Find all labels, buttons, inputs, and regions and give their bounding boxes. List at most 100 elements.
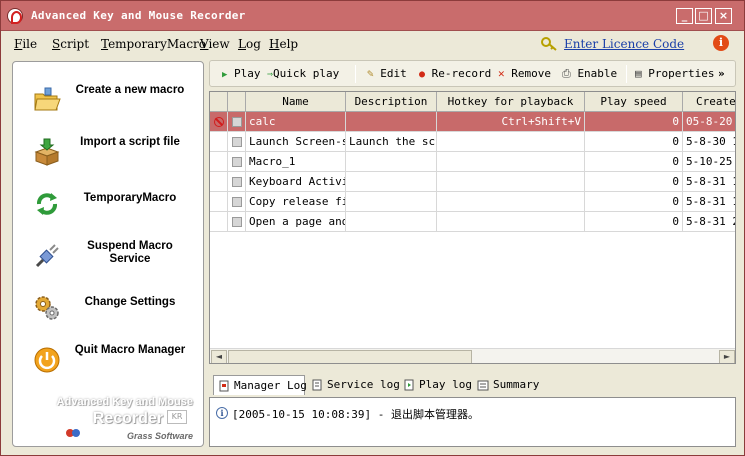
table-row[interactable]: Open a page and 0 5-8-31 2 <box>210 212 735 232</box>
power-icon <box>34 347 60 373</box>
macro-grid[interactable]: Name Description Hotkey for playback Pla… <box>209 91 736 364</box>
enter-licence-link[interactable]: Enter Licence Code <box>564 37 684 51</box>
play-label: Play <box>234 67 261 80</box>
brand-line-2: Recorder <box>92 410 163 427</box>
quick-play-label: Quick play <box>273 67 340 80</box>
macro-icon-cell <box>228 152 246 172</box>
macro-icon-cell <box>228 112 246 132</box>
macro-icon-cell <box>228 172 246 192</box>
table-row[interactable]: Keyboard Activit 0 5-8-31 1 <box>210 172 735 192</box>
cell-description: Launch the scr <box>346 132 437 152</box>
play-icon: ▶ <box>222 70 228 80</box>
header-icon[interactable] <box>228 92 246 112</box>
tab-summary[interactable]: Summary <box>473 375 539 395</box>
task-import-script[interactable]: Import a script file <box>13 128 203 180</box>
task-label-quit-manager: Quit Macro Manager <box>74 344 186 356</box>
tab-manager-log[interactable]: Manager Log <box>213 375 307 395</box>
task-temporary-macro[interactable]: TemporaryMacro <box>13 180 203 232</box>
menu-temporarymacro[interactable]: TemporaryMacro <box>101 37 206 51</box>
cell-description <box>346 152 437 172</box>
maximize-button[interactable]: □ <box>695 8 712 24</box>
title-bar[interactable]: Advanced Key and Mouse Recorder _ □ × <box>1 1 744 31</box>
brand-area: Advanced Key and Mouse Recorder KR Grass… <box>15 394 201 446</box>
disabled-icon <box>214 117 224 127</box>
task-quit-manager[interactable]: Quit Macro Manager <box>13 336 203 388</box>
log-info-icon: i <box>216 407 228 419</box>
plug-icon <box>35 244 59 268</box>
header-hotkey[interactable]: Hotkey for playback <box>437 92 585 112</box>
info-icon[interactable]: i <box>713 35 729 51</box>
header-created[interactable]: Create <box>683 92 735 112</box>
macro-script-icon <box>232 217 242 227</box>
macro-script-icon <box>232 197 242 207</box>
cell-name: Copy release fil <box>246 192 346 212</box>
task-create-macro[interactable]: Create a new macro <box>13 76 203 128</box>
tab-label: Play log <box>419 378 472 391</box>
task-label-import-script: Import a script file <box>80 136 180 148</box>
scroll-right-button[interactable]: ► <box>719 350 735 363</box>
header-status[interactable] <box>210 92 228 112</box>
menu-help[interactable]: Help <box>269 37 298 51</box>
menu-view[interactable]: View <box>200 37 230 51</box>
menu-script[interactable]: Script <box>52 37 89 51</box>
tab-label: Service log <box>327 378 400 391</box>
minimize-button[interactable]: _ <box>676 8 693 24</box>
menu-log[interactable]: Log <box>238 37 261 51</box>
remove-button[interactable]: ✕ Remove <box>498 67 551 80</box>
status-cell <box>210 172 228 192</box>
log-page-icon <box>404 379 414 391</box>
remove-x-icon: ✕ <box>498 67 505 80</box>
cell-name: calc <box>246 112 346 132</box>
toolbar: ▶ Play ⇒Quick play ✎ Edit ● Re-record ✕ … <box>209 60 736 87</box>
table-row[interactable]: Launch Screen-sa Launch the scr 0 5-8-30 1 <box>210 132 735 152</box>
task-change-settings[interactable]: Change Settings <box>13 284 203 336</box>
edit-button[interactable]: ✎ Edit <box>367 67 407 80</box>
scroll-left-button[interactable]: ◄ <box>211 350 227 363</box>
cell-description <box>346 112 437 132</box>
brand-line-3: Grass Software <box>126 431 193 441</box>
table-row[interactable]: Macro_1 0 5-10-25 <box>210 152 735 172</box>
header-name[interactable]: Name <box>246 92 346 112</box>
grid-header: Name Description Hotkey for playback Pla… <box>210 92 735 112</box>
status-cell <box>210 132 228 152</box>
tab-play-log[interactable]: Play log <box>399 375 472 395</box>
table-row[interactable]: calc Ctrl+Shift+V005-8-20 2 <box>210 112 735 132</box>
cell-created: 5-8-31 1 <box>683 192 735 212</box>
status-cell <box>210 192 228 212</box>
rerecord-label: Re-record <box>431 67 492 80</box>
app-logo-icon[interactable] <box>7 8 23 24</box>
properties-button[interactable]: ▤ Properties <box>635 67 714 80</box>
quick-play-button[interactable]: ⇒Quick play <box>267 67 339 80</box>
cell-hotkey <box>437 212 585 232</box>
log-panel[interactable]: i [2005-10-15 10:08:39] - 退出脚本管理器。 <box>209 397 736 447</box>
menu-file[interactable]: File <box>14 37 37 51</box>
header-description[interactable]: Description <box>346 92 437 112</box>
remove-label: Remove <box>511 67 551 80</box>
toolbar-overflow-button[interactable]: » <box>718 67 725 80</box>
rerecord-button[interactable]: ● Re-record <box>419 67 491 80</box>
close-button[interactable]: × <box>715 8 732 24</box>
play-button[interactable]: ▶ Play <box>222 67 261 80</box>
log-page-icon <box>219 380 229 392</box>
cell-description <box>346 172 437 192</box>
horizontal-scrollbar[interactable]: ◄ ► <box>210 348 735 363</box>
properties-label: Properties <box>648 67 715 80</box>
log-entry: [2005-10-15 10:08:39] - 退出脚本管理器。 <box>232 408 479 421</box>
task-suspend-service[interactable]: Suspend Macro Service <box>13 232 203 284</box>
table-row[interactable]: Copy release fil 0 5-8-31 1 <box>210 192 735 212</box>
scroll-thumb[interactable] <box>228 350 472 363</box>
edit-label: Edit <box>380 67 407 80</box>
cell-hotkey <box>437 172 585 192</box>
enable-button[interactable]: ⎙ Enable <box>562 67 617 81</box>
task-panel: Create a new macro Import a script file … <box>12 61 204 447</box>
cell-speed: 0 <box>585 152 683 172</box>
cell-name: Launch Screen-sa <box>246 132 346 152</box>
cell-created: 05-8-20 2 <box>683 112 735 132</box>
log-tabs: Manager Log Service log Play log Summary <box>209 373 736 397</box>
tab-service-log[interactable]: Service log <box>307 375 400 395</box>
macro-icon-cell <box>228 132 246 152</box>
cell-hotkey <box>437 132 585 152</box>
brand-line-1: Advanced Key and Mouse <box>56 396 193 408</box>
header-play-speed[interactable]: Play speed <box>585 92 683 112</box>
cell-speed: 0 <box>585 112 683 132</box>
